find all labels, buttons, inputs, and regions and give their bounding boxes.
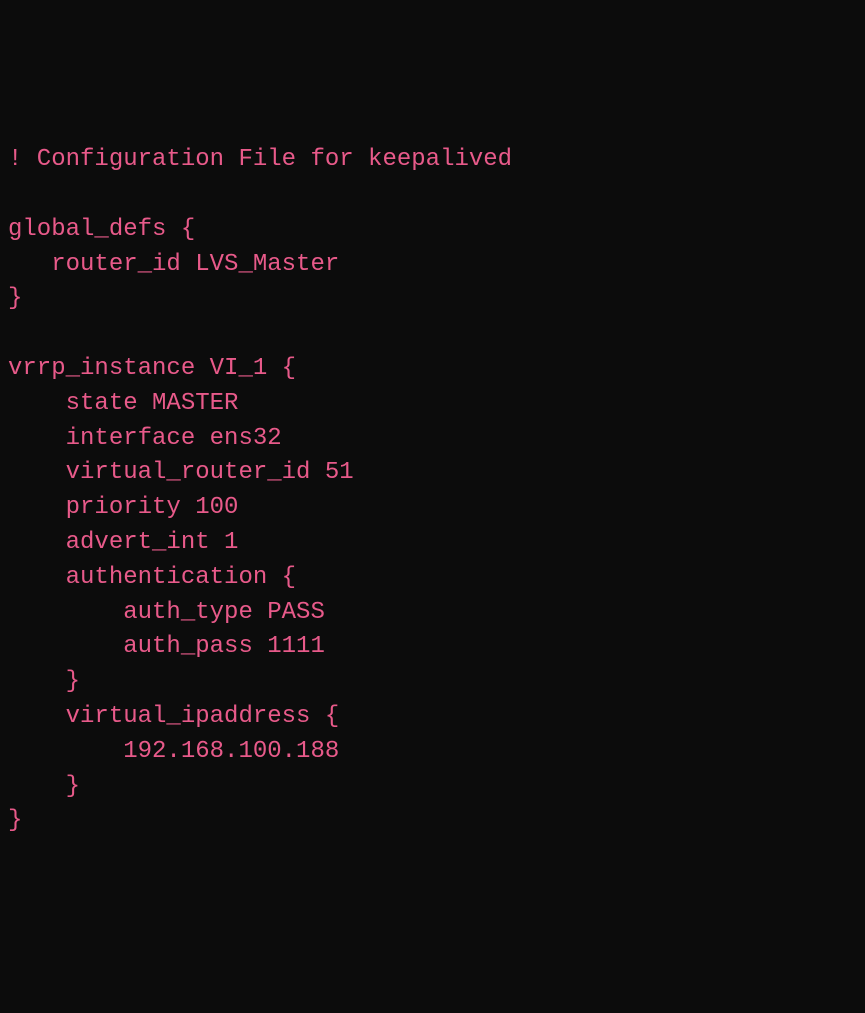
code-line: vrrp_instance VI_1 { [8,352,857,387]
code-line: auth_pass 1111 [8,630,857,665]
code-line: 192.168.100.188 [8,735,857,770]
config-file-content: ! Configuration File for keepalived glob… [8,143,857,839]
code-line: } [8,770,857,805]
code-line: auth_type PASS [8,596,857,631]
code-line: authentication { [8,561,857,596]
code-line: virtual_ipaddress { [8,700,857,735]
code-line: virtual_router_id 51 [8,456,857,491]
code-line: global_defs { [8,213,857,248]
code-line [8,317,857,352]
code-line: ! Configuration File for keepalived [8,143,857,178]
code-line: } [8,804,857,839]
code-line: interface ens32 [8,422,857,457]
code-line: priority 100 [8,491,857,526]
code-line: } [8,282,857,317]
code-line: state MASTER [8,387,857,422]
code-line: advert_int 1 [8,526,857,561]
code-line: } [8,665,857,700]
code-line [8,178,857,213]
code-line: router_id LVS_Master [8,248,857,283]
